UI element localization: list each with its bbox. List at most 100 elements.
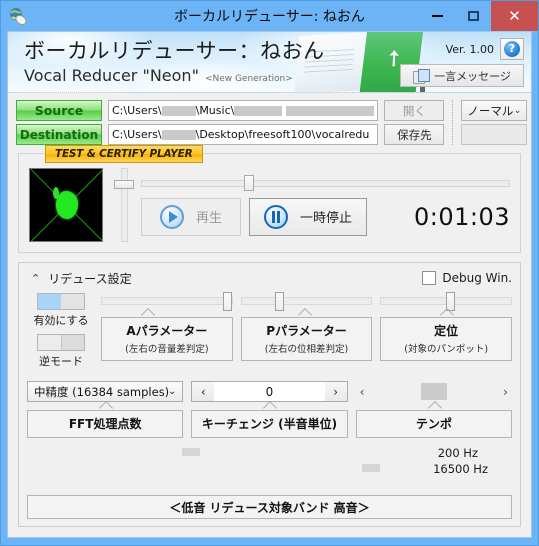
tempo-decrement-button[interactable]: ‹: [360, 385, 365, 399]
player-group: TEST & CERTIFY PLAYER 再生 一時停止 0:01:03: [18, 145, 521, 253]
banner-generation-text: <New Generation>: [204, 74, 293, 84]
parameter-sliders: Aパラメーター (左右の音量差判定) Pパラメーター (左右の位相差判定) 定位…: [101, 292, 513, 373]
keychange-caret: [191, 402, 347, 411]
parameter-p-slider[interactable]: [240, 292, 373, 311]
message-button[interactable]: 一言メッセージ: [400, 64, 524, 87]
debug-window-toggle[interactable]: Debug Win.: [422, 271, 512, 285]
source-path-redaction-2: [234, 105, 283, 116]
parameter-p-title: Pパラメーター: [266, 324, 347, 338]
chevron-up-icon[interactable]: ⌃: [31, 272, 40, 285]
goniometer-display: [29, 168, 103, 242]
app-banner: ➚ ボーカルリデューサー：ねおん Vocal Reducer "Neon" <N…: [8, 32, 531, 93]
destination-button[interactable]: Destination: [16, 124, 102, 145]
mode-secondary-box: [461, 124, 528, 145]
pause-button-label: 一時停止: [300, 211, 353, 226]
play-button[interactable]: 再生: [141, 197, 241, 236]
pause-icon: [264, 204, 288, 229]
enable-toggle[interactable]: [37, 293, 85, 310]
destination-path-suffix: \Desktop\freesoft100\vocalredu: [195, 128, 370, 141]
pause-button[interactable]: 一時停止: [249, 197, 367, 236]
parameter-pan-caret: [380, 309, 512, 318]
keychange-stepper[interactable]: ‹ 0 ›: [191, 381, 348, 402]
file-action-column: 開く 保存先: [384, 100, 445, 145]
fft-select[interactable]: 中精度 (16384 samples) ⌄: [27, 381, 184, 402]
source-path-redaction-3: [286, 105, 375, 116]
play-icon: [159, 204, 184, 229]
open-button[interactable]: 開く: [384, 100, 445, 121]
parameter-pan: 定位 (対象のパンポット): [380, 292, 513, 373]
volume-slider[interactable]: [114, 168, 134, 242]
reduce-settings-title: リデュース設定: [48, 271, 132, 286]
help-button[interactable]: ?: [500, 38, 524, 60]
reverse-mode-toggle-label: 逆モード: [39, 355, 83, 368]
volume-slider-thumb[interactable]: [114, 180, 134, 189]
file-label-column: Source Destination: [16, 100, 102, 145]
mode-select[interactable]: ノーマル ⌄: [461, 100, 528, 121]
destination-path-prefix: C:\Users\: [112, 128, 162, 141]
debug-checkbox-label: Debug Win.: [442, 271, 512, 285]
banner-right-controls: Ver. 1.00 ? 一言メッセージ: [400, 38, 524, 87]
keychange-column: ‹ 0 › キーチェンジ (半音単位): [191, 381, 348, 438]
reduce-settings-panel: ⌃ リデュース設定 Debug Win. 有効にする 逆モード Aパラメーター …: [18, 262, 521, 527]
fft-caret: [27, 402, 183, 411]
parameter-a-track: [101, 297, 233, 305]
banner-title-japanese: ボーカルリデューサー：ねおん: [24, 39, 325, 63]
parameters-row: 有効にする 逆モード Aパラメーター (左右の音量差判定) Pパラメーター (左…: [27, 292, 513, 373]
parameter-p: Pパラメーター (左右の位相差判定): [240, 292, 373, 373]
parameter-a-caret: [101, 309, 233, 318]
mode-select-value: ノーマル: [467, 103, 514, 118]
seek-slider-thumb[interactable]: [244, 174, 255, 191]
save-destination-button[interactable]: 保存先: [384, 124, 445, 145]
client-area: ➚ ボーカルリデューサー：ねおん Vocal Reducer "Neon" <N…: [7, 31, 532, 538]
banner-titles: ボーカルリデューサー：ねおん Vocal Reducer "Neon" <New…: [24, 35, 325, 85]
title-bar: ボーカルリデューサー: ねおん ✕: [1, 1, 538, 31]
band-high-marker[interactable]: [361, 464, 380, 472]
parameter-p-subtitle: (左右の位相差判定): [264, 344, 349, 355]
seek-slider[interactable]: [141, 174, 510, 191]
file-selection-row: Source Destination C:\Users\ \Music\ C:\U…: [8, 93, 531, 149]
source-path-prefix: C:\Users\: [112, 104, 162, 117]
source-path-redaction-1: [161, 105, 196, 116]
mode-column: ノーマル ⌄: [461, 100, 528, 145]
debug-checkbox[interactable]: [422, 271, 437, 285]
band-low-marker[interactable]: [182, 448, 201, 456]
source-path-input[interactable]: C:\Users\ \Music\: [108, 100, 379, 121]
band-markers: 200 Hz 16500 Hz: [27, 446, 512, 495]
tempo-label: テンポ: [415, 417, 452, 431]
keychange-increment-button[interactable]: ›: [324, 382, 347, 401]
fft-select-value: 中精度 (16384 samples): [34, 384, 170, 399]
reverse-mode-toggle[interactable]: [37, 334, 85, 351]
fft-label: FFT処理点数: [68, 417, 142, 431]
tempo-increment-button[interactable]: ›: [503, 385, 508, 399]
band-high-hz: 16500 Hz: [433, 462, 488, 476]
banner-title-english: Vocal Reducer "Neon": [24, 66, 199, 85]
keychange-decrement-button[interactable]: ‹: [192, 382, 215, 401]
destination-path-input[interactable]: C:\Users\ \Desktop\freesoft100\vocalredu: [108, 124, 379, 145]
chevron-down-icon: ⌄: [513, 105, 522, 116]
app-window: ボーカルリデューサー: ねおん ✕ ➚ ボーカルリデューサー：ねおん Vocal…: [0, 0, 539, 546]
window-title: ボーカルリデューサー: ねおん: [174, 9, 365, 25]
player-controls: 再生 一時停止 0:01:03: [141, 174, 510, 236]
secondary-controls-row: 中精度 (16384 samples) ⌄ FFT処理点数 ‹ 0 › キーチェ…: [27, 381, 512, 438]
question-icon: ?: [504, 41, 520, 57]
parameter-p-box: Pパラメーター (左右の位相差判定): [240, 317, 373, 361]
parameter-pan-slider[interactable]: [380, 292, 513, 311]
tempo-control[interactable]: ‹ ›: [356, 381, 512, 402]
tempo-knob[interactable]: [420, 383, 447, 400]
version-row: Ver. 1.00 ?: [400, 38, 524, 60]
band-low-hz: 200 Hz: [437, 446, 478, 460]
tempo-caret: [356, 402, 512, 411]
playback-time: 0:01:03: [413, 202, 510, 231]
chevron-down-icon: ⌄: [167, 386, 177, 397]
source-path-mid: \Music\: [195, 104, 235, 117]
parameter-a-slider[interactable]: [101, 292, 233, 311]
play-button-label: 再生: [195, 211, 222, 226]
parameter-pan-subtitle: (対象のパンポット): [404, 344, 489, 355]
parameter-p-caret: [241, 309, 373, 318]
band-row: 200 Hz 16500 Hz ＜低音 リデュース対象バンド 高音＞: [27, 446, 512, 519]
tempo-column: ‹ › テンポ: [355, 381, 512, 438]
parameter-pan-box: 定位 (対象のパンポット): [380, 317, 513, 361]
message-button-label: 一言メッセージ: [434, 69, 511, 83]
transport-row: 再生 一時停止 0:01:03: [141, 197, 510, 236]
source-button[interactable]: Source: [16, 100, 102, 121]
